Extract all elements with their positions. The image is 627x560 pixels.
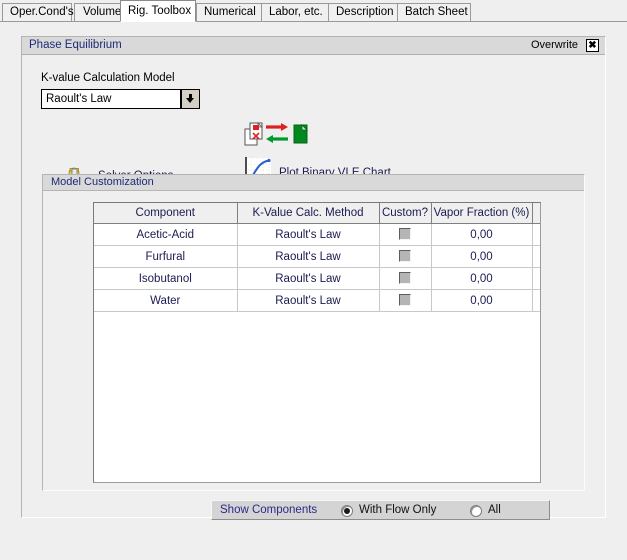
- cell-component[interactable]: Acetic-Acid: [94, 223, 238, 246]
- column-header-custom[interactable]: Custom?: [379, 203, 432, 224]
- cell-component[interactable]: Isobutanol: [94, 267, 238, 290]
- table-row[interactable]: Furfural Raoult's Law 0,00: [94, 245, 540, 268]
- tab-numerical[interactable]: Numerical: [196, 3, 262, 21]
- tab-oper-conds[interactable]: Oper.Cond's: [2, 3, 74, 21]
- cell-spacer: [532, 245, 540, 268]
- panel-header: Phase Equilibrium Overwrite ✖: [22, 37, 605, 55]
- cell-spacer: [532, 289, 540, 312]
- table-row[interactable]: Acetic-Acid Raoult's Law 0,00: [94, 223, 540, 246]
- cell-custom[interactable]: [379, 289, 432, 312]
- radio-all-label[interactable]: All: [488, 504, 501, 516]
- custom-checkbox[interactable]: [399, 250, 411, 263]
- kvalue-model-value: Raoult's Law: [46, 93, 112, 105]
- model-customization-title: Model Customization: [51, 176, 154, 188]
- tab-labor-etc[interactable]: Labor, etc.: [261, 3, 329, 21]
- cell-kvalue-method[interactable]: Raoult's Law: [237, 223, 380, 246]
- cell-vapor-fraction[interactable]: 0,00: [431, 245, 533, 268]
- cell-vapor-fraction[interactable]: 0,00: [431, 223, 533, 246]
- components-table: Component K-Value Calc. Method Custom? V…: [94, 203, 540, 312]
- cell-custom[interactable]: [379, 223, 432, 246]
- table-row[interactable]: Isobutanol Raoult's Law 0,00: [94, 267, 540, 290]
- tab-bar: Oper.Cond's Volumes Rig. Toolbox Numeric…: [0, 0, 627, 22]
- radio-selected-dot: [344, 508, 350, 514]
- tab-description[interactable]: Description: [328, 3, 398, 21]
- chevron-down-icon: [186, 94, 195, 104]
- radio-with-flow-only[interactable]: [341, 505, 353, 517]
- custom-checkbox[interactable]: [399, 272, 411, 285]
- kvalue-model-label: K-value Calculation Model: [41, 72, 175, 84]
- cell-custom[interactable]: [379, 245, 432, 268]
- radio-all[interactable]: [470, 505, 482, 517]
- cell-vapor-fraction[interactable]: 0,00: [431, 267, 533, 290]
- column-header-component[interactable]: Component: [94, 203, 238, 224]
- cell-component[interactable]: Furfural: [94, 245, 238, 268]
- table-row[interactable]: Water Raoult's Law 0,00: [94, 289, 540, 312]
- components-table-container[interactable]: Component K-Value Calc. Method Custom? V…: [93, 202, 541, 483]
- show-components-bar: Show Components With Flow Only All: [211, 500, 550, 520]
- show-components-label: Show Components: [220, 504, 318, 516]
- copy-paste-exchange-icon-group[interactable]: [244, 121, 310, 147]
- column-header-kvalue-method[interactable]: K-Value Calc. Method: [237, 203, 380, 224]
- page-title: Phase Equilibrium: [29, 39, 122, 51]
- overwrite-label: Overwrite: [530, 39, 578, 51]
- column-header-vapor-fraction[interactable]: Vapor Fraction (%): [431, 203, 533, 224]
- cell-custom[interactable]: [379, 267, 432, 290]
- cell-kvalue-method[interactable]: Raoult's Law: [237, 267, 380, 290]
- cell-spacer: [532, 223, 540, 246]
- tab-batch-sheet[interactable]: Batch Sheet: [397, 3, 471, 21]
- table-header-row: Component K-Value Calc. Method Custom? V…: [94, 203, 540, 224]
- custom-checkbox[interactable]: [399, 294, 411, 307]
- overwrite-checkbox[interactable]: ✖: [586, 39, 599, 52]
- cell-kvalue-method[interactable]: Raoult's Law: [237, 289, 380, 312]
- cell-vapor-fraction[interactable]: 0,00: [431, 289, 533, 312]
- model-customization-group: Model Customization Component K-Value Ca…: [42, 174, 585, 520]
- kvalue-model-select[interactable]: Raoult's Law: [41, 89, 181, 109]
- kvalue-model-dropdown-button[interactable]: [181, 89, 200, 109]
- cell-kvalue-method[interactable]: Raoult's Law: [237, 245, 380, 268]
- phase-equilibrium-panel: Phase Equilibrium Overwrite ✖ K-value Ca…: [21, 36, 606, 520]
- cell-component[interactable]: Water: [94, 289, 238, 312]
- custom-checkbox[interactable]: [399, 228, 411, 241]
- copy-paste-exchange-icon: [244, 122, 308, 146]
- column-header-spacer: [532, 203, 540, 224]
- model-customization-header: Model Customization: [43, 175, 584, 191]
- cell-spacer: [532, 267, 540, 290]
- radio-with-flow-only-label[interactable]: With Flow Only: [359, 504, 436, 516]
- tab-rig-toolbox[interactable]: Rig. Toolbox: [120, 0, 196, 22]
- tab-bar-underline: [0, 21, 627, 22]
